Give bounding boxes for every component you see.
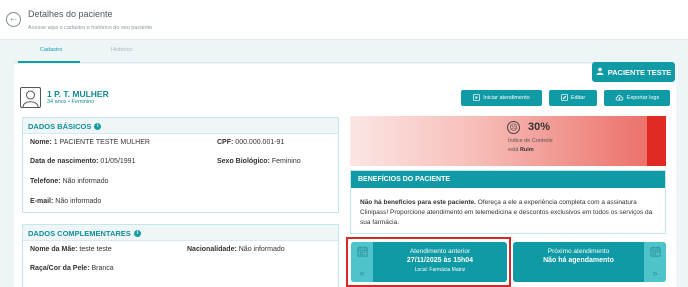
previous-appointment-location: Local: Farmácia Matriz: [414, 267, 466, 273]
field-nascimento: Data de nascimento: 01/05/1991: [30, 158, 136, 165]
field-email: E-mail: Não informado: [30, 198, 102, 205]
complementary-data-title: DADOS COMPLEMENTARES: [28, 229, 131, 238]
start-appointment-label: Iniciar atendimento: [483, 95, 530, 101]
field-nacionalidade: Nacionalidade: Não informado: [187, 246, 285, 253]
control-index-label: Índice de Controle: [508, 138, 553, 144]
raca-value: Branca: [91, 265, 114, 272]
gauge-end-marker: [647, 116, 666, 166]
next-appointment-card[interactable]: » Próximo atendimento Não há agendamento: [513, 242, 666, 282]
complementary-data-header: DADOS COMPLEMENTARES i: [23, 225, 338, 241]
field-sexo: Sexo Biológico: Feminino: [217, 158, 301, 165]
patient-name: 1 P. T. MULHER: [47, 89, 109, 99]
export-logs-label: Exportar logs: [626, 95, 660, 101]
tab-historico[interactable]: Histórico: [111, 47, 132, 53]
field-nome: Nome: 1 PACIENTE TESTE MULHER: [30, 139, 150, 146]
nacionalidade-value: Não informado: [238, 246, 285, 253]
start-appointment-button[interactable]: Iniciar atendimento: [461, 90, 542, 106]
cloud-download-icon: [615, 94, 624, 103]
next-appointment-date: Não há agendamento: [543, 257, 614, 264]
benefits-panel: BENEFÍCIOS DO PACIENTE Não há benefícios…: [350, 170, 666, 234]
page-header: ← Detalhes do paciente Acesse aqui o cad…: [0, 0, 688, 40]
back-arrow-icon[interactable]: ←: [6, 12, 21, 27]
control-index-gauge: ☹ 30% Índice de Controle está Ruim: [350, 116, 666, 166]
benefits-text: Não há benefícios para este paciente. Of…: [360, 198, 660, 228]
edit-icon: [560, 93, 568, 103]
mae-value: teste teste: [79, 246, 112, 253]
control-index-percent: 30%: [528, 121, 551, 133]
nascimento-value: 01/05/1991: [100, 158, 136, 165]
sexo-value: Feminino: [271, 158, 301, 165]
patient-menu-button[interactable]: PACIENTE TESTE: [592, 62, 675, 82]
field-mae: Nome da Mãe: teste teste: [30, 246, 112, 253]
double-chevron-right-icon[interactable]: »: [652, 268, 657, 278]
active-tab-indicator: [18, 61, 80, 63]
page-title: Detalhes do paciente: [28, 9, 113, 19]
control-index-status-value: Ruim: [519, 147, 534, 153]
page-subtitle: Acesse aqui o cadastro e histórico do se…: [28, 25, 153, 31]
email-value: Não informado: [55, 198, 102, 205]
previous-appointment-date: 27/11/2025 às 15h04: [406, 257, 474, 264]
info-icon[interactable]: i: [94, 123, 102, 130]
play-icon: [473, 93, 481, 103]
previous-appointment-card[interactable]: « Atendimento anterior 27/11/2025 às 15h…: [351, 242, 507, 282]
nome-value: 1 PACIENTE TESTE MULHER: [53, 139, 150, 146]
tab-cadastro[interactable]: Cadastro: [40, 47, 62, 53]
tab-bar: Cadastro Histórico: [14, 42, 674, 63]
info-icon[interactable]: i: [133, 230, 141, 237]
edit-label: Editar: [570, 95, 586, 101]
cpf-value: 000.000.001-91: [235, 139, 285, 146]
export-logs-button[interactable]: Exportar logs: [604, 90, 670, 106]
user-icon: [596, 67, 604, 77]
previous-appointment-title: Atendimento anterior: [409, 248, 471, 255]
edit-button[interactable]: Editar: [549, 90, 597, 106]
field-raca: Raça/Cor da Pele: Branca: [30, 265, 114, 272]
avatar-icon: [20, 87, 41, 108]
next-appointment-title: Próximo atendimento: [547, 248, 610, 255]
field-cpf: CPF: 000.000.001-91: [217, 139, 285, 146]
benefits-title: BENEFÍCIOS DO PACIENTE: [351, 171, 665, 188]
basic-data-title: DADOS BÁSICOS: [28, 122, 92, 131]
basic-data-header: DADOS BÁSICOS i: [23, 118, 338, 134]
control-index-status: está Ruim: [508, 147, 534, 153]
patient-age-sex: 34 anos • Feminino: [47, 99, 95, 105]
field-telefone: Telefone: Não informado: [30, 178, 109, 185]
benefits-text-bold: Não há benefícios para este paciente.: [360, 199, 476, 206]
patient-menu-label: PACIENTE TESTE: [607, 67, 672, 77]
sad-face-icon: ☹: [507, 121, 520, 134]
complementary-data-panel: DADOS COMPLEMENTARES i: [22, 224, 339, 287]
telefone-value: Não informado: [62, 178, 109, 185]
